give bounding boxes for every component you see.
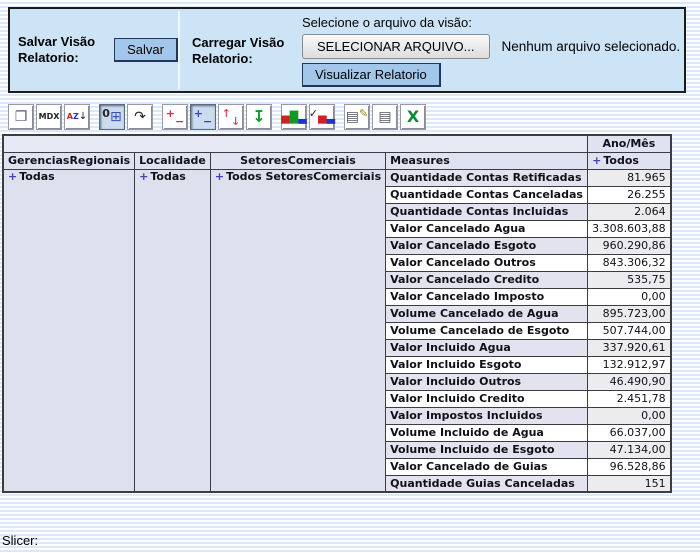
value-cell: 46.490,90 (588, 373, 671, 390)
corner-cell (3, 135, 588, 152)
value-cell: 96.528,86 (588, 458, 671, 475)
print-icon[interactable]: ▤ (372, 104, 398, 130)
value-cell: 337.920,61 (588, 339, 671, 356)
column-dimension-header: Ano/Mês (588, 135, 671, 152)
dimension-header-gerenciasregionais: GerenciasRegionais (3, 152, 135, 169)
view-report-button[interactable]: Visualizar Relatorio (302, 63, 441, 87)
load-view-label: Carregar Visão Relatorio: (192, 15, 288, 91)
measure-cell: Valor Cancelado Esgoto (386, 237, 588, 254)
drill-through-icon[interactable]: ↧ (246, 104, 272, 130)
drill-position-icon[interactable]: +− (190, 104, 216, 130)
value-cell: 0,00 (588, 288, 671, 305)
drill-member-icon[interactable]: +− (162, 104, 188, 130)
measure-cell: Volume Incluido de Agua (386, 424, 588, 441)
excel-export-icon[interactable]: X (400, 104, 426, 130)
measure-cell: Quantidade Contas Incluidas (386, 203, 588, 220)
value-cell: 535,75 (588, 271, 671, 288)
value-cell: 81.965 (588, 169, 671, 186)
row-member-cell: +Todas (3, 169, 135, 492)
file-prompt-label: Selecione o arquivo da visão: (302, 15, 472, 30)
value-cell: 507.744,00 (588, 322, 671, 339)
row-member-cell: +Todos SetoresComerciais (210, 169, 385, 492)
measure-cell: Quantidade Contas Canceladas (386, 186, 588, 203)
measure-cell: Quantidade Guias Canceladas (386, 475, 588, 492)
value-cell: 132.912,97 (588, 356, 671, 373)
select-file-button[interactable]: SELECIONAR ARQUIVO... (302, 34, 490, 59)
value-cell: 3.308.603,88 (588, 220, 671, 237)
drill-replace-icon[interactable]: ↑↓ (218, 104, 244, 130)
file-status-text: Nenhum arquivo selecionado. (502, 39, 681, 54)
save-section: Salvar Visão Relatorio: Salvar (10, 9, 178, 91)
swap-axes-icon[interactable]: ↷ (127, 104, 153, 130)
value-cell: 151 (588, 475, 671, 492)
sort-icon[interactable]: AZ↓ (64, 104, 90, 130)
measure-cell: Valor Incluido Credito (386, 390, 588, 407)
measure-cell: Quantidade Contas Retificadas (386, 169, 588, 186)
measure-cell: Volume Incluido de Esgoto (386, 441, 588, 458)
print-config-icon[interactable]: ▤✎ (344, 104, 370, 130)
column-member-cell: +Todos (588, 152, 671, 169)
measure-cell: Valor Cancelado Agua (386, 220, 588, 237)
row-member-cell: +Todas (135, 169, 211, 492)
expand-icon[interactable]: + (8, 170, 17, 183)
value-cell: 2.064 (588, 203, 671, 220)
value-cell: 2.451,78 (588, 390, 671, 407)
dimension-header-measures: Measures (386, 152, 588, 169)
measure-cell: Valor Incluido Esgoto (386, 356, 588, 373)
show-chart-icon[interactable]: ▅█▃ (281, 104, 307, 130)
olap-navigator-icon[interactable]: ❐ (8, 104, 34, 130)
save-button[interactable]: Salvar (114, 38, 178, 62)
measure-cell: Volume Cancelado de Agua (386, 305, 588, 322)
value-cell: 960.290,86 (588, 237, 671, 254)
expand-icon[interactable]: + (592, 154, 601, 167)
show-parents-icon[interactable]: 0⊞ (99, 104, 125, 130)
value-cell: 47.134,00 (588, 441, 671, 458)
measure-cell: Valor Cancelado Credito (386, 271, 588, 288)
save-view-label: Salvar Visão Relatorio: (18, 34, 104, 67)
measure-cell: Valor Cancelado Outros (386, 254, 588, 271)
expand-icon[interactable]: + (139, 170, 148, 183)
slicer-label: Slicer: (2, 533, 38, 548)
measure-cell: Valor Incluido Outros (386, 373, 588, 390)
measure-cell: Valor Impostos Incluidos (386, 407, 588, 424)
measure-cell: Valor Cancelado de Guias (386, 458, 588, 475)
value-cell: 66.037,00 (588, 424, 671, 441)
measure-cell: Volume Cancelado de Esgoto (386, 322, 588, 339)
dimension-header-setorescomerciais: SetoresComerciais (210, 152, 385, 169)
dimension-header-localidade: Localidade (135, 152, 211, 169)
measure-cell: Valor Incluido Agua (386, 339, 588, 356)
measure-cell: Valor Cancelado Imposto (386, 288, 588, 305)
load-section: Carregar Visão Relatorio: Selecione o ar… (180, 9, 680, 91)
value-cell: 26.255 (588, 186, 671, 203)
value-cell: 895.723,00 (588, 305, 671, 322)
pivot-toolbar: ❐MDXAZ↓0⊞↷+−+−↑↓↧▅█▃✓▅▃▤✎▤X (8, 104, 426, 130)
value-cell: 0,00 (588, 407, 671, 424)
chart-config-icon[interactable]: ✓▅▃ (309, 104, 335, 130)
value-cell: 843.306,32 (588, 254, 671, 271)
expand-icon[interactable]: + (215, 170, 224, 183)
mdx-editor-icon[interactable]: MDX (36, 104, 62, 130)
save-load-panel: Salvar Visão Relatorio: Salvar Carregar … (8, 7, 686, 93)
pivot-table: Ano/Mês GerenciasRegionaisLocalidadeSetor… (2, 134, 672, 493)
